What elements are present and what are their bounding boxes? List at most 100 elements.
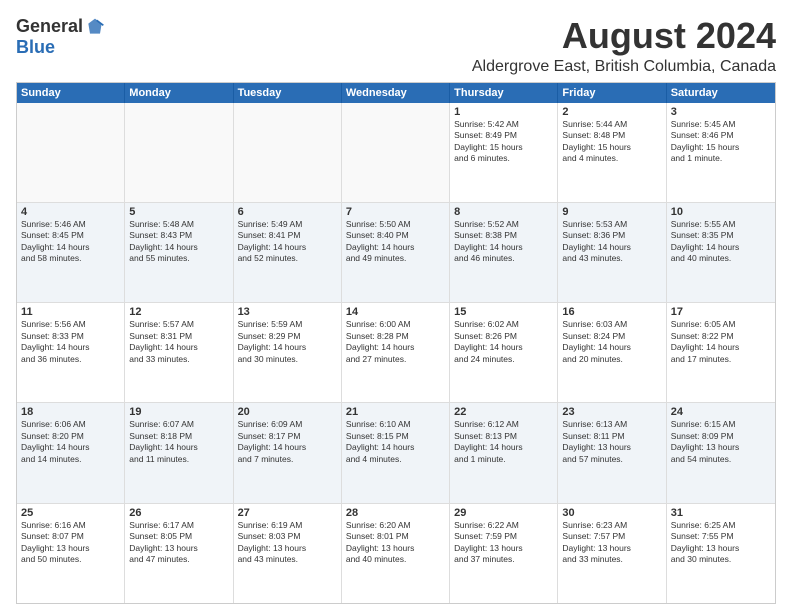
day-info: Sunrise: 6:00 AMSunset: 8:28 PMDaylight:… [346, 319, 445, 365]
day-info: Sunrise: 5:57 AMSunset: 8:31 PMDaylight:… [129, 319, 228, 365]
day-cell [342, 103, 450, 202]
day-info: Sunrise: 5:46 AMSunset: 8:45 PMDaylight:… [21, 219, 120, 265]
day-cell: 2Sunrise: 5:44 AMSunset: 8:48 PMDaylight… [558, 103, 666, 202]
day-number: 20 [238, 406, 337, 418]
calendar-header: SundayMondayTuesdayWednesdayThursdayFrid… [17, 83, 775, 103]
day-cell: 18Sunrise: 6:06 AMSunset: 8:20 PMDayligh… [17, 403, 125, 502]
day-info: Sunrise: 6:09 AMSunset: 8:17 PMDaylight:… [238, 419, 337, 465]
day-cell: 7Sunrise: 5:50 AMSunset: 8:40 PMDaylight… [342, 203, 450, 302]
day-info: Sunrise: 6:13 AMSunset: 8:11 PMDaylight:… [562, 419, 661, 465]
day-info: Sunrise: 6:19 AMSunset: 8:03 PMDaylight:… [238, 520, 337, 566]
day-number: 28 [346, 507, 445, 519]
day-cell: 29Sunrise: 6:22 AMSunset: 7:59 PMDayligh… [450, 504, 558, 603]
day-number: 18 [21, 406, 120, 418]
day-info: Sunrise: 6:03 AMSunset: 8:24 PMDaylight:… [562, 319, 661, 365]
day-number: 22 [454, 406, 553, 418]
logo: General Blue [16, 16, 126, 58]
day-number: 29 [454, 507, 553, 519]
day-number: 24 [671, 406, 771, 418]
subtitle: Aldergrove East, British Columbia, Canad… [126, 58, 776, 76]
day-cell: 9Sunrise: 5:53 AMSunset: 8:36 PMDaylight… [558, 203, 666, 302]
day-cell: 14Sunrise: 6:00 AMSunset: 8:28 PMDayligh… [342, 303, 450, 402]
day-info: Sunrise: 6:12 AMSunset: 8:13 PMDaylight:… [454, 419, 553, 465]
day-header-thursday: Thursday [450, 83, 558, 103]
day-number: 6 [238, 206, 337, 218]
page: General Blue August 2024 Aldergrove East… [0, 0, 792, 612]
day-cell: 12Sunrise: 5:57 AMSunset: 8:31 PMDayligh… [125, 303, 233, 402]
week-row-1: 1Sunrise: 5:42 AMSunset: 8:49 PMDaylight… [17, 103, 775, 203]
day-number: 26 [129, 507, 228, 519]
day-info: Sunrise: 6:05 AMSunset: 8:22 PMDaylight:… [671, 319, 771, 365]
day-cell: 19Sunrise: 6:07 AMSunset: 8:18 PMDayligh… [125, 403, 233, 502]
day-number: 31 [671, 507, 771, 519]
day-cell: 28Sunrise: 6:20 AMSunset: 8:01 PMDayligh… [342, 504, 450, 603]
day-cell: 22Sunrise: 6:12 AMSunset: 8:13 PMDayligh… [450, 403, 558, 502]
day-info: Sunrise: 6:23 AMSunset: 7:57 PMDaylight:… [562, 520, 661, 566]
logo-blue-text: Blue [16, 37, 55, 58]
day-info: Sunrise: 5:42 AMSunset: 8:49 PMDaylight:… [454, 119, 553, 165]
day-header-wednesday: Wednesday [342, 83, 450, 103]
calendar-body: 1Sunrise: 5:42 AMSunset: 8:49 PMDaylight… [17, 103, 775, 603]
day-number: 17 [671, 306, 771, 318]
day-info: Sunrise: 5:59 AMSunset: 8:29 PMDaylight:… [238, 319, 337, 365]
week-row-4: 18Sunrise: 6:06 AMSunset: 8:20 PMDayligh… [17, 403, 775, 503]
day-cell: 27Sunrise: 6:19 AMSunset: 8:03 PMDayligh… [234, 504, 342, 603]
day-number: 25 [21, 507, 120, 519]
day-number: 13 [238, 306, 337, 318]
day-info: Sunrise: 5:53 AMSunset: 8:36 PMDaylight:… [562, 219, 661, 265]
day-number: 7 [346, 206, 445, 218]
day-number: 27 [238, 507, 337, 519]
day-cell: 8Sunrise: 5:52 AMSunset: 8:38 PMDaylight… [450, 203, 558, 302]
day-cell [17, 103, 125, 202]
day-cell [125, 103, 233, 202]
day-info: Sunrise: 5:55 AMSunset: 8:35 PMDaylight:… [671, 219, 771, 265]
title-section: August 2024 Aldergrove East, British Col… [126, 16, 776, 76]
week-row-3: 11Sunrise: 5:56 AMSunset: 8:33 PMDayligh… [17, 303, 775, 403]
main-title: August 2024 [126, 16, 776, 56]
day-cell: 16Sunrise: 6:03 AMSunset: 8:24 PMDayligh… [558, 303, 666, 402]
day-cell: 11Sunrise: 5:56 AMSunset: 8:33 PMDayligh… [17, 303, 125, 402]
day-number: 16 [562, 306, 661, 318]
day-info: Sunrise: 6:25 AMSunset: 7:55 PMDaylight:… [671, 520, 771, 566]
day-number: 19 [129, 406, 228, 418]
week-row-2: 4Sunrise: 5:46 AMSunset: 8:45 PMDaylight… [17, 203, 775, 303]
day-cell: 20Sunrise: 6:09 AMSunset: 8:17 PMDayligh… [234, 403, 342, 502]
day-cell [234, 103, 342, 202]
day-number: 4 [21, 206, 120, 218]
day-cell: 15Sunrise: 6:02 AMSunset: 8:26 PMDayligh… [450, 303, 558, 402]
day-cell: 26Sunrise: 6:17 AMSunset: 8:05 PMDayligh… [125, 504, 233, 603]
day-cell: 1Sunrise: 5:42 AMSunset: 8:49 PMDaylight… [450, 103, 558, 202]
day-header-tuesday: Tuesday [234, 83, 342, 103]
day-cell: 6Sunrise: 5:49 AMSunset: 8:41 PMDaylight… [234, 203, 342, 302]
day-header-saturday: Saturday [667, 83, 775, 103]
day-info: Sunrise: 6:22 AMSunset: 7:59 PMDaylight:… [454, 520, 553, 566]
day-cell: 4Sunrise: 5:46 AMSunset: 8:45 PMDaylight… [17, 203, 125, 302]
day-number: 15 [454, 306, 553, 318]
day-info: Sunrise: 6:02 AMSunset: 8:26 PMDaylight:… [454, 319, 553, 365]
logo-icon [85, 17, 105, 37]
day-number: 21 [346, 406, 445, 418]
day-cell: 13Sunrise: 5:59 AMSunset: 8:29 PMDayligh… [234, 303, 342, 402]
day-cell: 10Sunrise: 5:55 AMSunset: 8:35 PMDayligh… [667, 203, 775, 302]
day-info: Sunrise: 6:10 AMSunset: 8:15 PMDaylight:… [346, 419, 445, 465]
day-info: Sunrise: 6:07 AMSunset: 8:18 PMDaylight:… [129, 419, 228, 465]
day-info: Sunrise: 6:06 AMSunset: 8:20 PMDaylight:… [21, 419, 120, 465]
logo-general-text: General [16, 16, 83, 37]
day-number: 8 [454, 206, 553, 218]
day-info: Sunrise: 5:45 AMSunset: 8:46 PMDaylight:… [671, 119, 771, 165]
day-info: Sunrise: 6:17 AMSunset: 8:05 PMDaylight:… [129, 520, 228, 566]
day-number: 14 [346, 306, 445, 318]
day-cell: 24Sunrise: 6:15 AMSunset: 8:09 PMDayligh… [667, 403, 775, 502]
day-header-monday: Monday [125, 83, 233, 103]
calendar: SundayMondayTuesdayWednesdayThursdayFrid… [16, 82, 776, 604]
day-cell: 3Sunrise: 5:45 AMSunset: 8:46 PMDaylight… [667, 103, 775, 202]
day-info: Sunrise: 5:48 AMSunset: 8:43 PMDaylight:… [129, 219, 228, 265]
day-number: 12 [129, 306, 228, 318]
day-number: 5 [129, 206, 228, 218]
day-cell: 17Sunrise: 6:05 AMSunset: 8:22 PMDayligh… [667, 303, 775, 402]
day-cell: 21Sunrise: 6:10 AMSunset: 8:15 PMDayligh… [342, 403, 450, 502]
day-info: Sunrise: 5:49 AMSunset: 8:41 PMDaylight:… [238, 219, 337, 265]
day-header-friday: Friday [558, 83, 666, 103]
day-cell: 31Sunrise: 6:25 AMSunset: 7:55 PMDayligh… [667, 504, 775, 603]
day-header-sunday: Sunday [17, 83, 125, 103]
